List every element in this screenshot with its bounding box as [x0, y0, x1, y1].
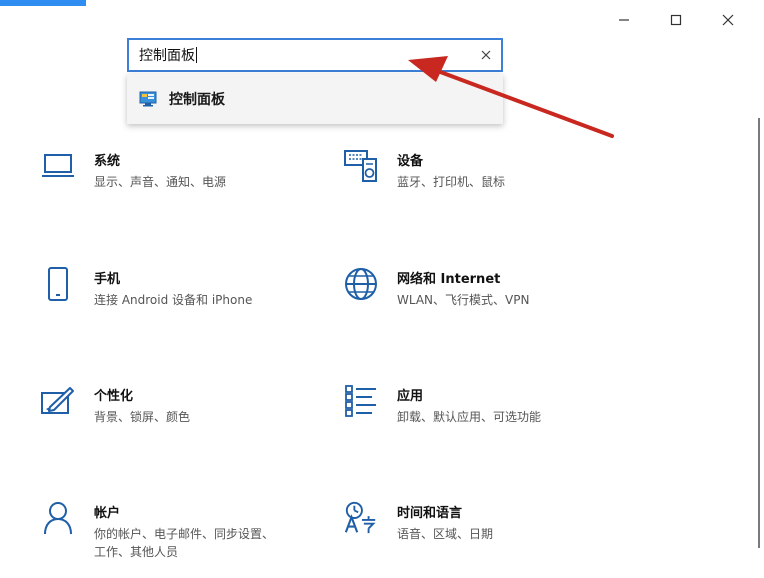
tile-subtitle: 蓝牙、打印机、鼠标 [397, 175, 506, 189]
tile-time-language-text: 时间和语言 语音、区域、日期 [397, 500, 493, 543]
maximize-button[interactable] [650, 6, 702, 34]
search-suggestions: 控制面板 [127, 74, 503, 124]
tile-title: 时间和语言 [397, 506, 463, 521]
search-input[interactable]: 控制面板 [139, 40, 471, 70]
scrollbar[interactable] [758, 118, 760, 548]
tile-subtitle: 语音、区域、日期 [397, 527, 494, 541]
clear-search-button[interactable] [471, 40, 501, 70]
tile-subtitle: 背景、锁屏、颜色 [94, 410, 191, 424]
minimize-icon [619, 19, 629, 21]
close-icon [722, 14, 734, 26]
tile-subtitle: 显示、声音、通知、电源 [94, 175, 227, 189]
tile-phone-text: 手机 连接 Android 设备和 iPhone [94, 266, 252, 309]
tile-subtitle: 连接 Android 设备和 iPhone [94, 293, 253, 307]
tile-title: 应用 [397, 389, 424, 404]
tile-title: 系统 [94, 154, 121, 169]
tile-accounts-text: 帐户 你的帐户、电子邮件、同步设置、工作、其他人员 [94, 500, 284, 561]
tile-personalization-text: 个性化 背景、锁屏、颜色 [94, 383, 190, 426]
minimize-button[interactable] [598, 6, 650, 34]
tile-devices[interactable]: 设备 蓝牙、打印机、鼠标 [343, 148, 505, 191]
tile-title: 帐户 [94, 506, 121, 521]
close-button[interactable] [702, 6, 754, 34]
tile-title: 网络和 Internet [397, 272, 501, 287]
tile-network-text: 网络和 Internet WLAN、飞行模式、VPN [397, 266, 529, 309]
tile-system-text: 系统 显示、声音、通知、电源 [94, 148, 226, 191]
tile-title: 手机 [94, 272, 121, 287]
close-icon [481, 50, 491, 60]
window-controls [598, 6, 754, 34]
suggestion-item-control-panel[interactable]: 控制面板 [139, 89, 225, 109]
person-icon [40, 500, 76, 536]
tile-subtitle: 卸载、默认应用、可选功能 [397, 410, 542, 424]
tile-network[interactable]: 网络和 Internet WLAN、飞行模式、VPN [343, 266, 529, 309]
maximize-icon [670, 14, 682, 26]
time-language-icon [343, 500, 379, 536]
globe-icon [343, 266, 379, 302]
tile-accounts[interactable]: 帐户 你的帐户、电子邮件、同步设置、工作、其他人员 [40, 500, 284, 561]
suggestion-label: 控制面板 [169, 92, 225, 108]
settings-window: 控制面板 控制面板 系统 显示、声音、通知、电源 设备 蓝牙、打印机、鼠标 手机… [0, 0, 764, 578]
tile-personalization[interactable]: 个性化 背景、锁屏、颜色 [40, 383, 190, 426]
tile-apps[interactable]: 应用 卸载、默认应用、可选功能 [343, 383, 541, 426]
tile-subtitle: 你的帐户、电子邮件、同步设置、工作、其他人员 [94, 527, 275, 559]
personalization-icon [40, 383, 76, 419]
title-accent-strip [0, 0, 86, 6]
search-input-value: 控制面板 [139, 48, 195, 64]
settings-search-box[interactable]: 控制面板 [127, 38, 503, 72]
tile-system[interactable]: 系统 显示、声音、通知、电源 [40, 148, 226, 191]
control-panel-icon [139, 91, 157, 107]
laptop-icon [40, 148, 76, 184]
tile-phone[interactable]: 手机 连接 Android 设备和 iPhone [40, 266, 252, 309]
tile-time-language[interactable]: 时间和语言 语音、区域、日期 [343, 500, 493, 543]
tile-title: 设备 [397, 154, 424, 169]
apps-list-icon [343, 383, 379, 419]
devices-icon [343, 148, 379, 184]
tile-apps-text: 应用 卸载、默认应用、可选功能 [397, 383, 541, 426]
tile-subtitle: WLAN、飞行模式、VPN [397, 293, 530, 307]
tile-devices-text: 设备 蓝牙、打印机、鼠标 [397, 148, 505, 191]
text-caret [196, 47, 197, 63]
phone-icon [40, 266, 76, 302]
tile-title: 个性化 [94, 389, 134, 404]
